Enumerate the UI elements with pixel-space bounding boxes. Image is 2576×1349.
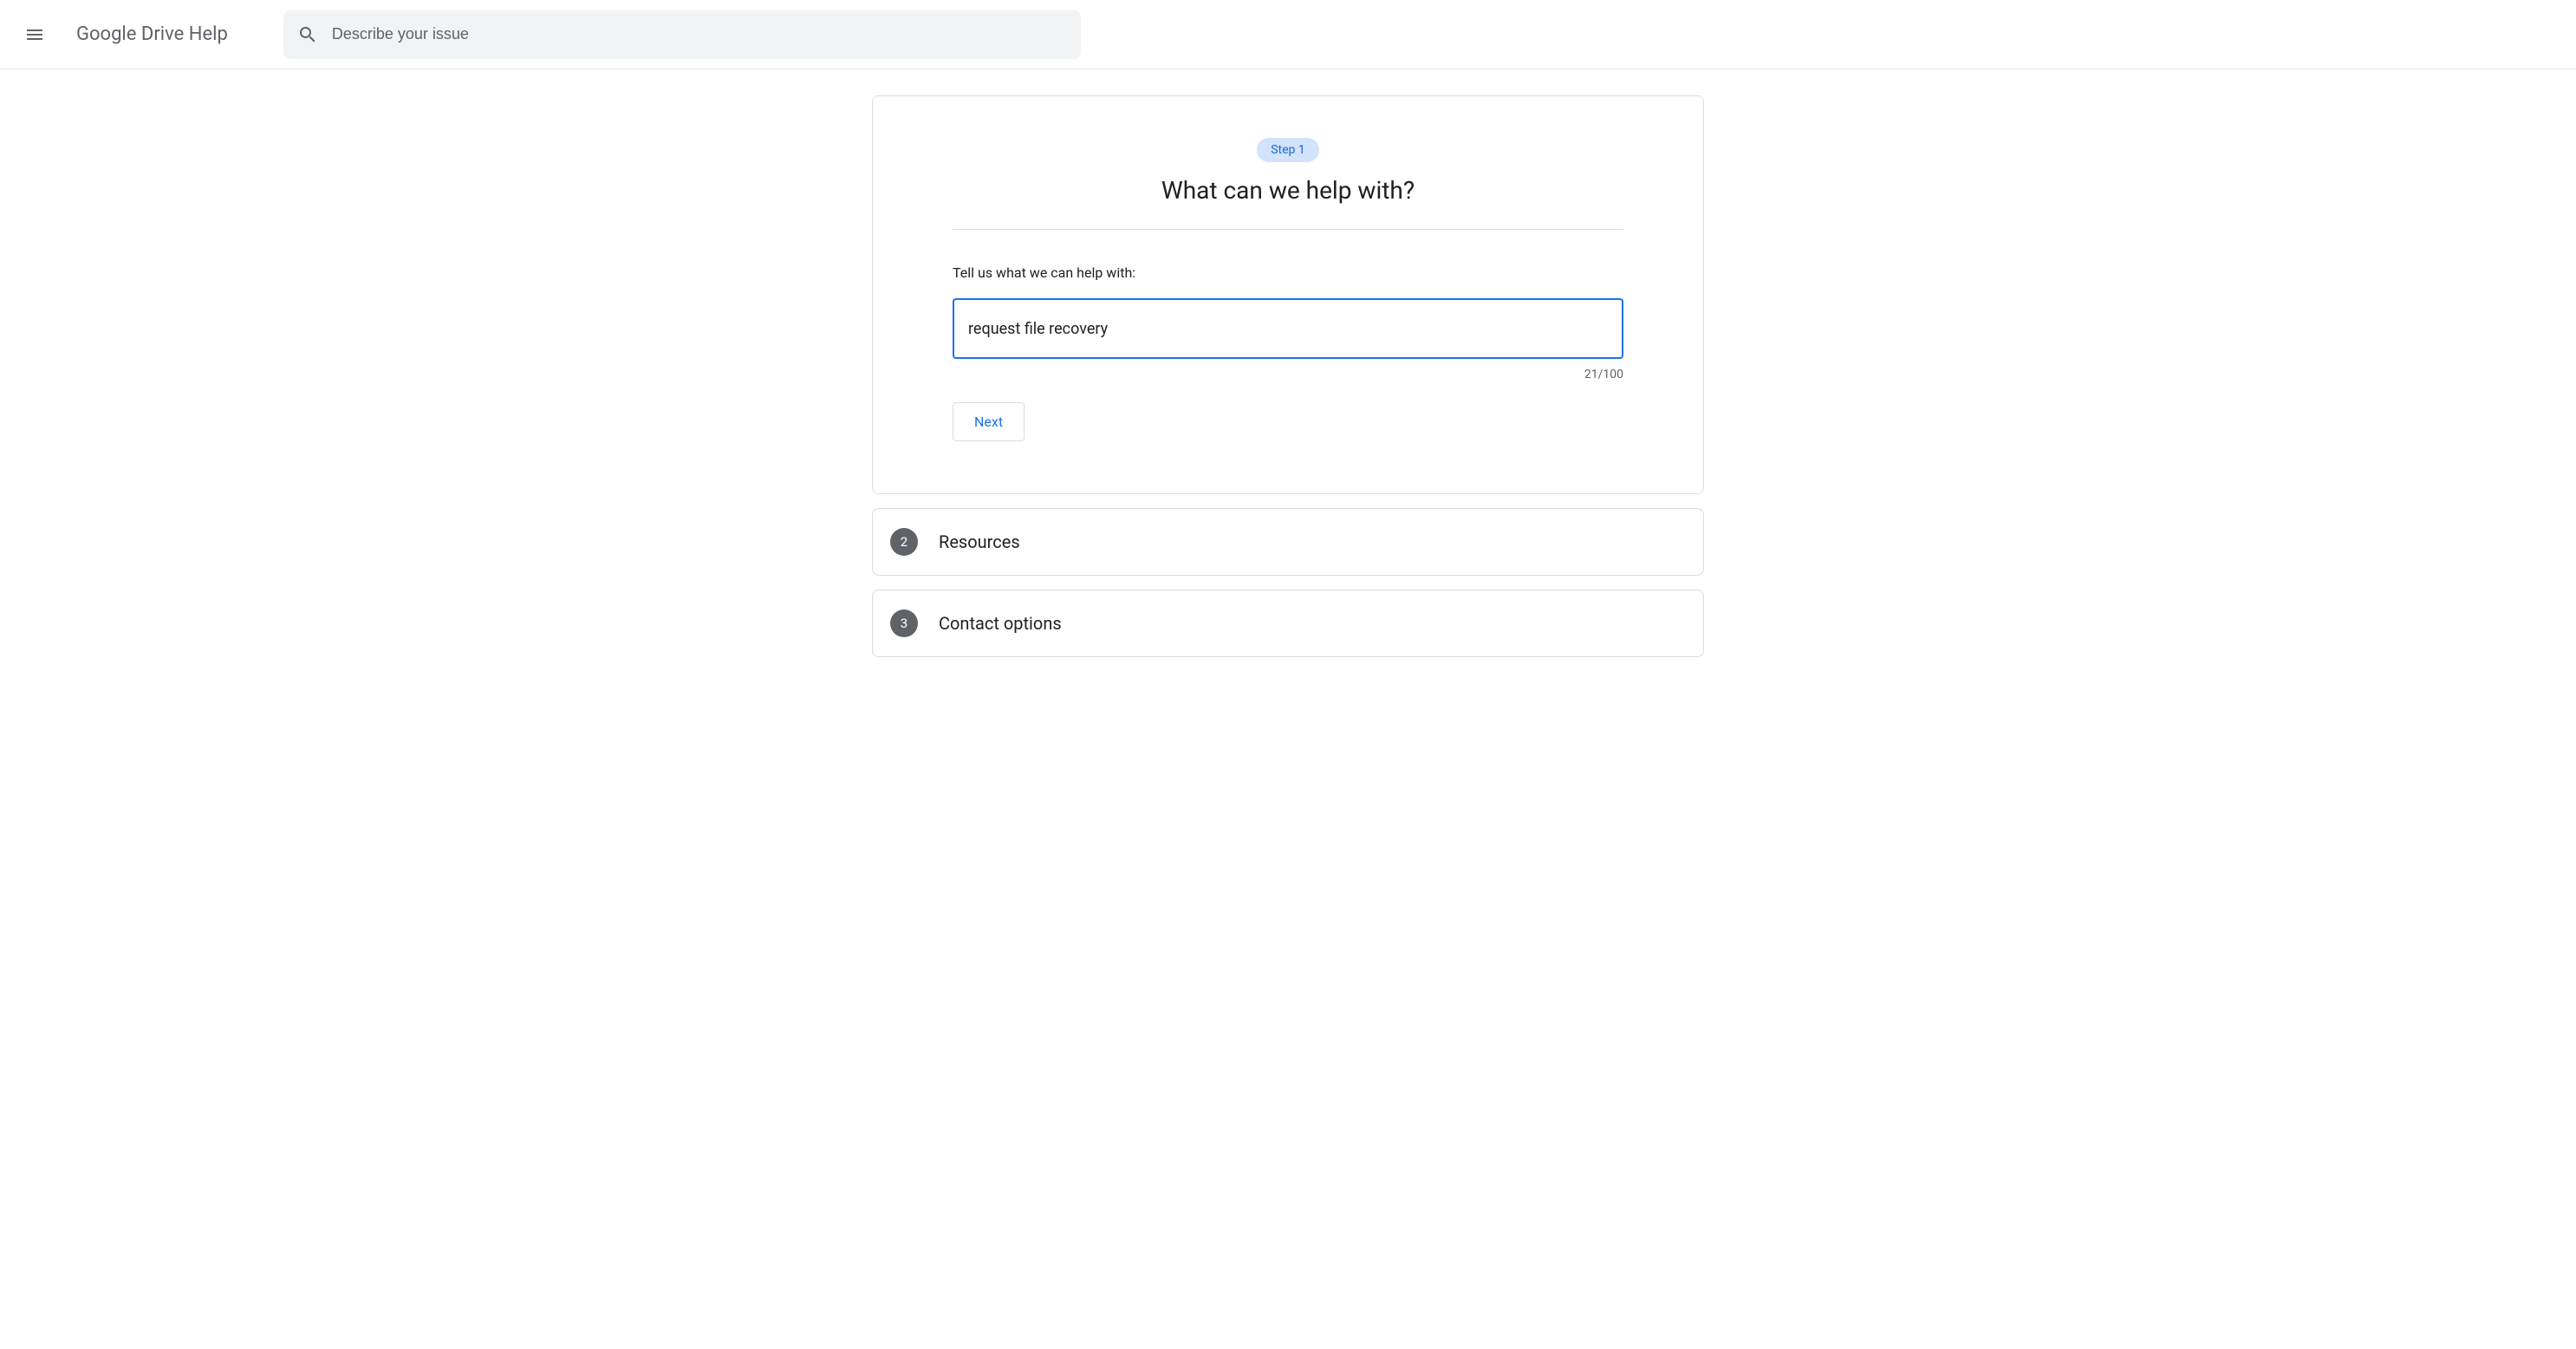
search-input[interactable] — [332, 25, 1067, 43]
char-counter: 21/100 — [953, 368, 1623, 381]
next-button[interactable]: Next — [953, 402, 1025, 441]
step2-number: 2 — [890, 528, 918, 556]
step3-card[interactable]: 3 Contact options — [872, 590, 1704, 657]
issue-input[interactable] — [953, 298, 1623, 359]
page-title: Google Drive Help — [76, 23, 228, 45]
step-badge-wrap: Step 1 — [953, 138, 1623, 162]
step-badge: Step 1 — [1257, 138, 1319, 162]
page-header: Google Drive Help — [0, 0, 2576, 69]
step3-number: 3 — [890, 609, 918, 637]
issue-field-label: Tell us what we can help with: — [953, 264, 1623, 281]
step1-title: What can we help with? — [953, 176, 1623, 205]
search-icon — [297, 24, 318, 45]
step1-card: Step 1 What can we help with? Tell us wh… — [872, 95, 1704, 494]
step2-title: Resources — [939, 531, 1020, 552]
search-container — [283, 10, 1081, 59]
step2-card[interactable]: 2 Resources — [872, 508, 1704, 576]
step3-title: Contact options — [939, 613, 1062, 634]
menu-icon[interactable] — [14, 14, 55, 55]
divider — [953, 229, 1623, 230]
main-content: Step 1 What can we help with? Tell us wh… — [855, 95, 1721, 657]
